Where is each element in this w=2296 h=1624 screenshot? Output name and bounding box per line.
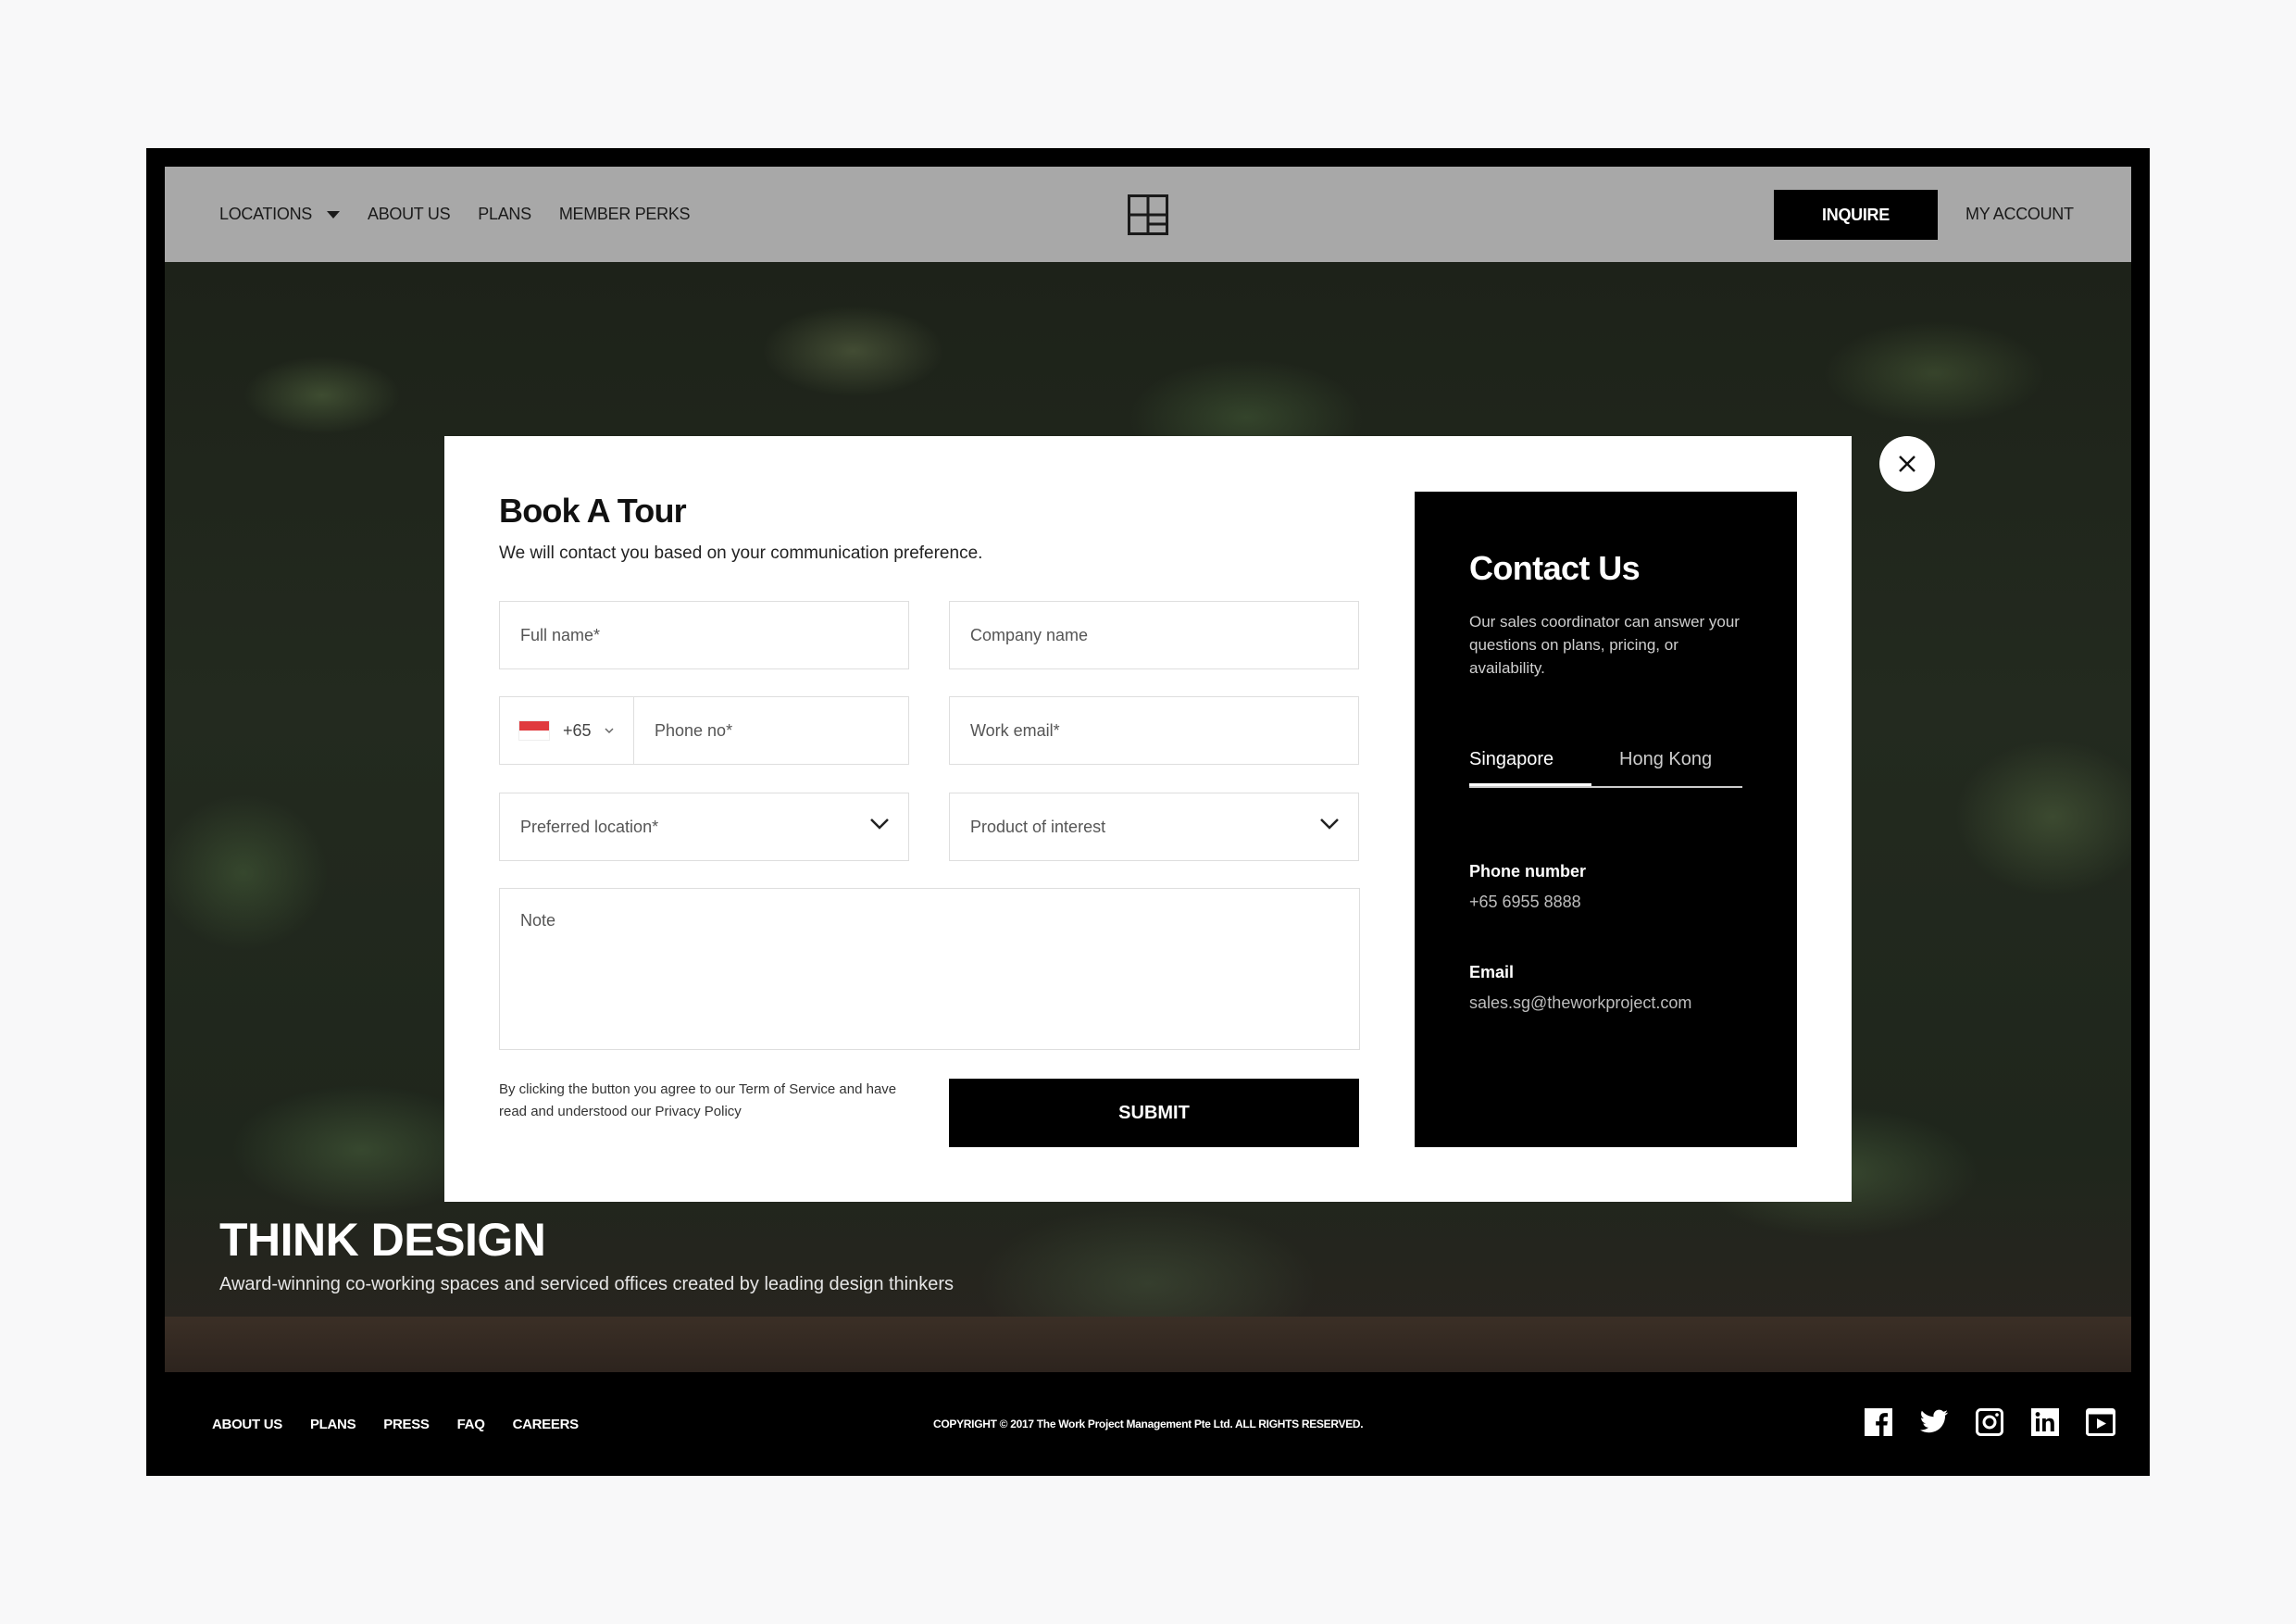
hero-subtitle: Award-winning co-working spaces and serv… <box>219 1274 955 1294</box>
full-name-field[interactable]: Full name* <box>499 601 909 669</box>
copyright-text: COPYRIGHT © 2017 The Work Project Manage… <box>933 1418 1364 1430</box>
linkedin-icon[interactable] <box>2030 1407 2060 1437</box>
twitter-icon[interactable] <box>1919 1407 1949 1437</box>
note-textarea[interactable]: Note <box>499 888 1360 1050</box>
product-of-interest-placeholder: Product of interest <box>970 817 1106 836</box>
chevron-down-icon <box>605 727 614 733</box>
close-modal-button[interactable] <box>1879 436 1935 492</box>
footer-link-about-us[interactable]: ABOUT US <box>212 1417 282 1432</box>
submit-button[interactable]: SUBMIT <box>949 1079 1359 1147</box>
form-subtitle: We will contact you based on your commun… <box>499 543 983 563</box>
footer-links: ABOUT US PLANS PRESS FAQ CAREERS <box>212 1372 606 1476</box>
nav-item-plans[interactable]: PLANS <box>478 205 531 224</box>
footer-link-careers[interactable]: CAREERS <box>513 1417 580 1432</box>
note-placeholder: Note <box>520 911 556 930</box>
site-footer: ABOUT US PLANS PRESS FAQ CAREERS COPYRIG… <box>146 1372 2150 1476</box>
singapore-flag-icon <box>518 720 550 741</box>
book-tour-modal: Book A Tour We will contact you based on… <box>444 436 1852 1202</box>
form-title: Book A Tour <box>499 492 687 530</box>
nav-item-label: MEMBER PERKS <box>558 205 691 223</box>
work-email-placeholder: Work email* <box>970 720 1060 740</box>
footer-link-plans[interactable]: PLANS <box>310 1417 356 1432</box>
contact-description: Our sales coordinator can answer your qu… <box>1469 613 1740 677</box>
product-of-interest-select[interactable]: Product of interest <box>949 793 1359 861</box>
social-links <box>1864 1407 2115 1437</box>
location-tabs: Singapore Hong Kong <box>1469 749 1742 788</box>
logo-icon[interactable] <box>1128 194 1168 235</box>
page-viewport: THINK DESIGN Award-winning co-working sp… <box>165 167 2131 1372</box>
nav-item-member-perks[interactable]: MEMBER PERKS <box>558 205 691 224</box>
company-name-placeholder: Company name <box>970 625 1089 644</box>
contact-title: Contact Us <box>1469 549 1641 587</box>
close-icon <box>1899 456 1915 472</box>
footer-link-faq[interactable]: FAQ <box>457 1417 485 1432</box>
contact-panel: Contact Us Our sales coordinator can ans… <box>1415 492 1797 1147</box>
caret-down-icon <box>326 210 340 219</box>
my-account-link[interactable]: MY ACCOUNT <box>1965 167 2074 262</box>
instagram-icon[interactable] <box>1975 1407 2004 1437</box>
email-label: Email <box>1469 963 1515 981</box>
preferred-location-placeholder: Preferred location* <box>520 817 659 836</box>
footer-link-press[interactable]: PRESS <box>383 1417 430 1432</box>
nav-links: LOCATIONS ABOUT US PLANS MEMBER PERKS <box>219 167 718 262</box>
work-email-field[interactable]: Work email* <box>949 696 1359 765</box>
hero-floor <box>165 1317 2131 1372</box>
hero-title: THINK DESIGN <box>219 1214 546 1266</box>
chevron-down-icon <box>870 818 889 830</box>
country-code-select[interactable]: +65 <box>500 697 634 764</box>
tab-singapore[interactable]: Singapore <box>1469 749 1591 786</box>
youtube-icon[interactable] <box>2086 1407 2115 1437</box>
company-name-field[interactable]: Company name <box>949 601 1359 669</box>
nav-item-label: ABOUT US <box>367 205 451 223</box>
facebook-icon[interactable] <box>1864 1407 1893 1437</box>
full-name-placeholder: Full name* <box>520 625 601 644</box>
phone-value[interactable]: +65 6955 8888 <box>1469 893 1581 912</box>
phone-label: Phone number <box>1469 862 1587 881</box>
nav-item-locations[interactable]: LOCATIONS <box>219 205 340 224</box>
terms-text: By clicking the button you agree to our … <box>499 1081 897 1119</box>
inquire-button[interactable]: INQUIRE <box>1774 190 1938 240</box>
nav-item-label: PLANS <box>478 205 531 223</box>
nav-item-label: LOCATIONS <box>219 205 312 223</box>
nav-item-about-us[interactable]: ABOUT US <box>367 205 451 224</box>
top-nav: LOCATIONS ABOUT US PLANS MEMBER PERKS IN… <box>165 167 2131 262</box>
phone-input[interactable]: Phone no* <box>634 721 732 741</box>
browser-frame: THINK DESIGN Award-winning co-working sp… <box>146 148 2150 1476</box>
tab-hong-kong[interactable]: Hong Kong <box>1619 749 1712 786</box>
email-value[interactable]: sales.sg@theworkproject.com <box>1469 993 1691 1013</box>
chevron-down-icon <box>1320 818 1339 830</box>
country-code-value: +65 <box>563 720 592 740</box>
phone-field: +65 Phone no* <box>499 696 909 765</box>
preferred-location-select[interactable]: Preferred location* <box>499 793 909 861</box>
